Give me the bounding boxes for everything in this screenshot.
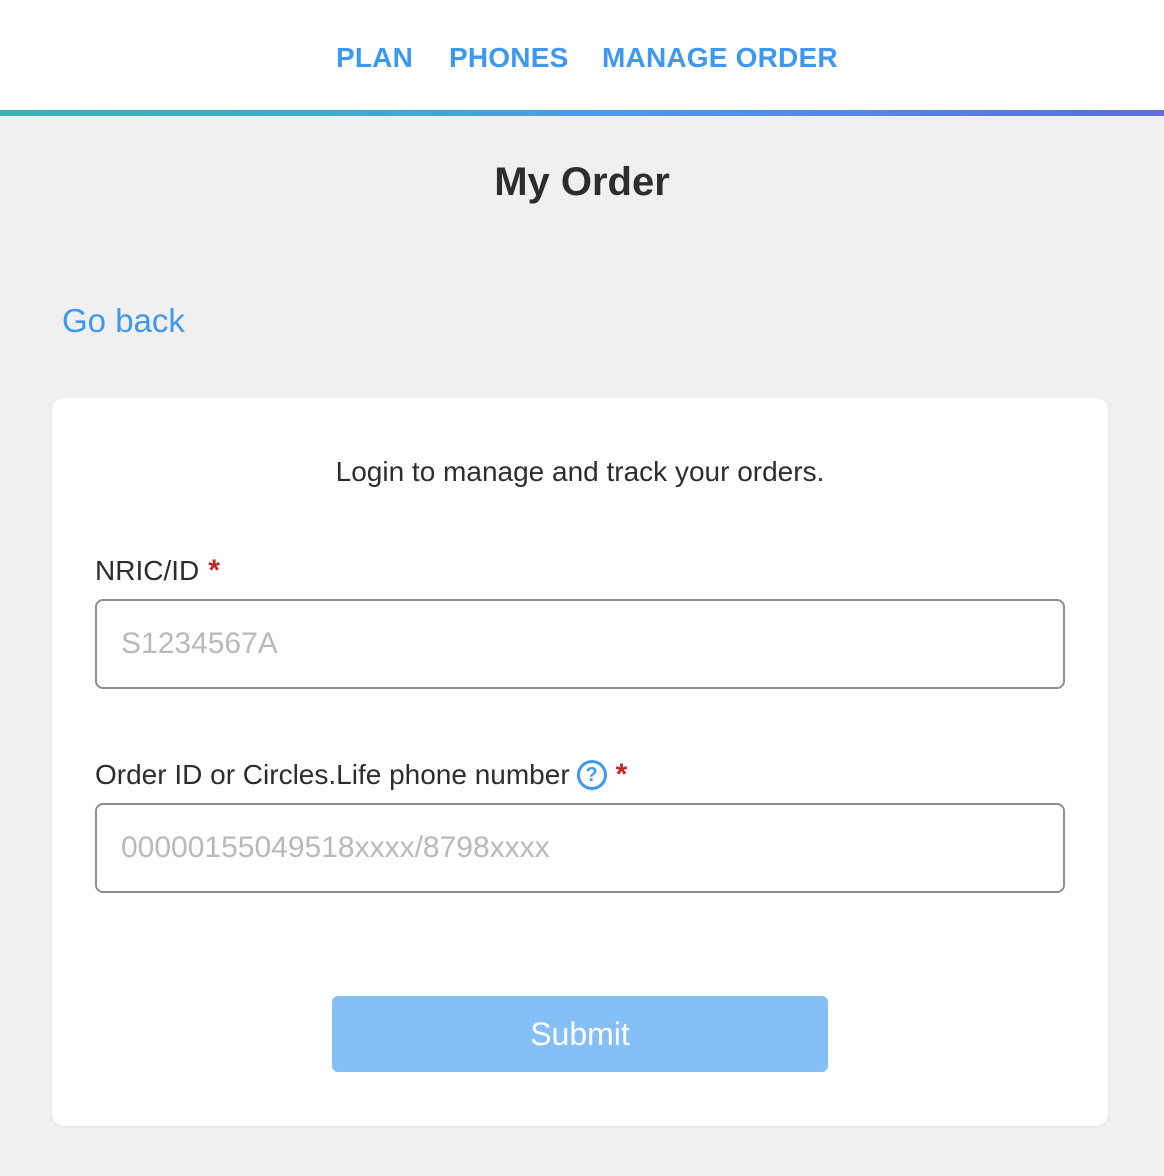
top-navigation: PLAN PHONES MANAGE ORDER [0, 0, 1164, 110]
login-card: Login to manage and track your orders. N… [52, 398, 1108, 1126]
nav-plan-link[interactable]: PLAN [336, 42, 413, 74]
question-circle-icon[interactable]: ? [576, 760, 607, 790]
order-id-label: Order ID or Circles.Life phone number ? … [95, 758, 627, 792]
page-title: My Order [494, 160, 670, 204]
nav-phones-link[interactable]: PHONES [449, 42, 568, 74]
login-intro-text: Login to manage and track your orders. [335, 456, 825, 487]
nav-gradient-bar [0, 110, 1164, 116]
order-id-input[interactable] [95, 803, 1065, 893]
nric-input[interactable] [95, 599, 1065, 689]
nav-manage-order-link[interactable]: MANAGE ORDER [602, 42, 838, 74]
submit-button[interactable]: Submit [332, 996, 828, 1072]
nric-label-text: NRIC/ID [95, 555, 200, 586]
order-id-required-mark: * [615, 758, 628, 791]
go-back-link[interactable]: Go back [62, 302, 185, 340]
nric-label: NRIC/ID * [95, 554, 220, 588]
order-id-label-text: Order ID or Circles.Life phone number [95, 759, 570, 790]
nric-required-mark: * [208, 554, 220, 587]
